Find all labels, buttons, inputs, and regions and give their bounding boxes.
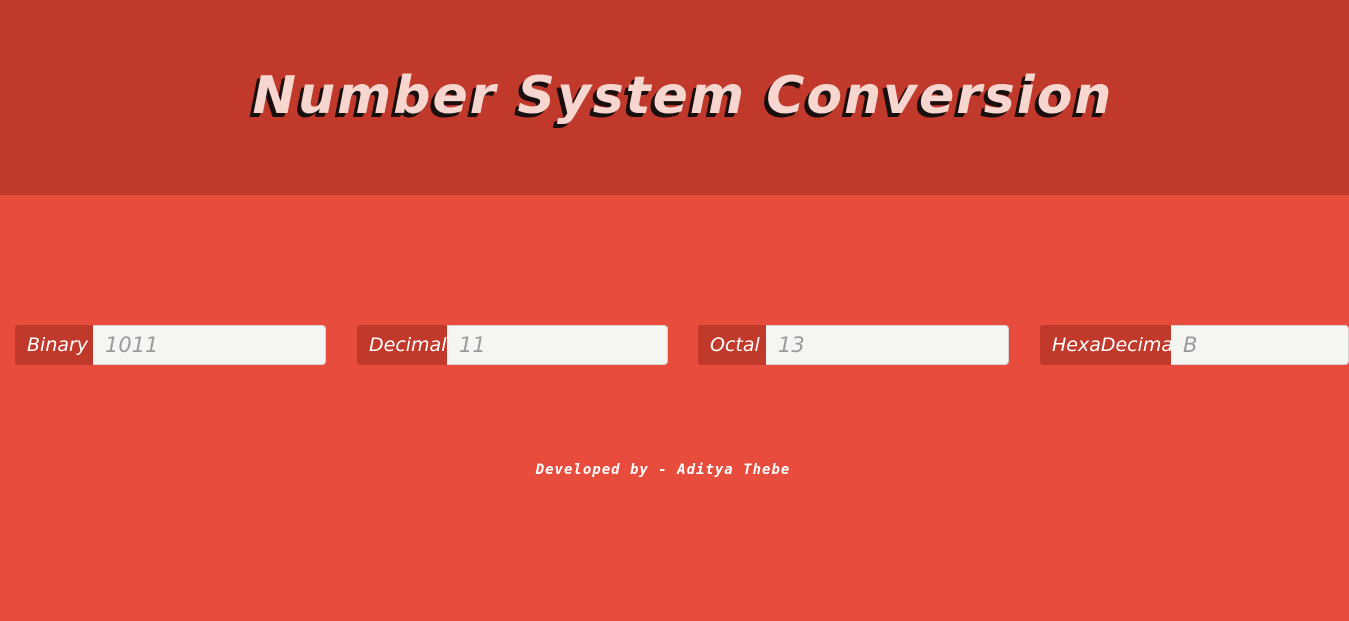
decimal-label: Decimal <box>357 325 447 365</box>
hexadecimal-input[interactable] <box>1171 325 1349 365</box>
binary-converter: Binary <box>15 325 326 365</box>
binary-label: Binary <box>15 325 93 365</box>
hexadecimal-converter: HexaDecimal <box>1040 325 1349 365</box>
octal-converter: Octal <box>698 325 1009 365</box>
header: Number System Conversion <box>0 0 1349 195</box>
decimal-converter: Decimal <box>357 325 668 365</box>
hexadecimal-label: HexaDecimal <box>1040 325 1178 365</box>
octal-label: Octal <box>698 325 766 365</box>
decimal-input[interactable] <box>447 325 668 365</box>
octal-input[interactable] <box>766 325 1009 365</box>
developer-credit: Developed by - Aditya Thebe <box>535 462 791 478</box>
binary-input[interactable] <box>93 325 326 365</box>
page-title: Number System Conversion <box>252 66 1114 126</box>
